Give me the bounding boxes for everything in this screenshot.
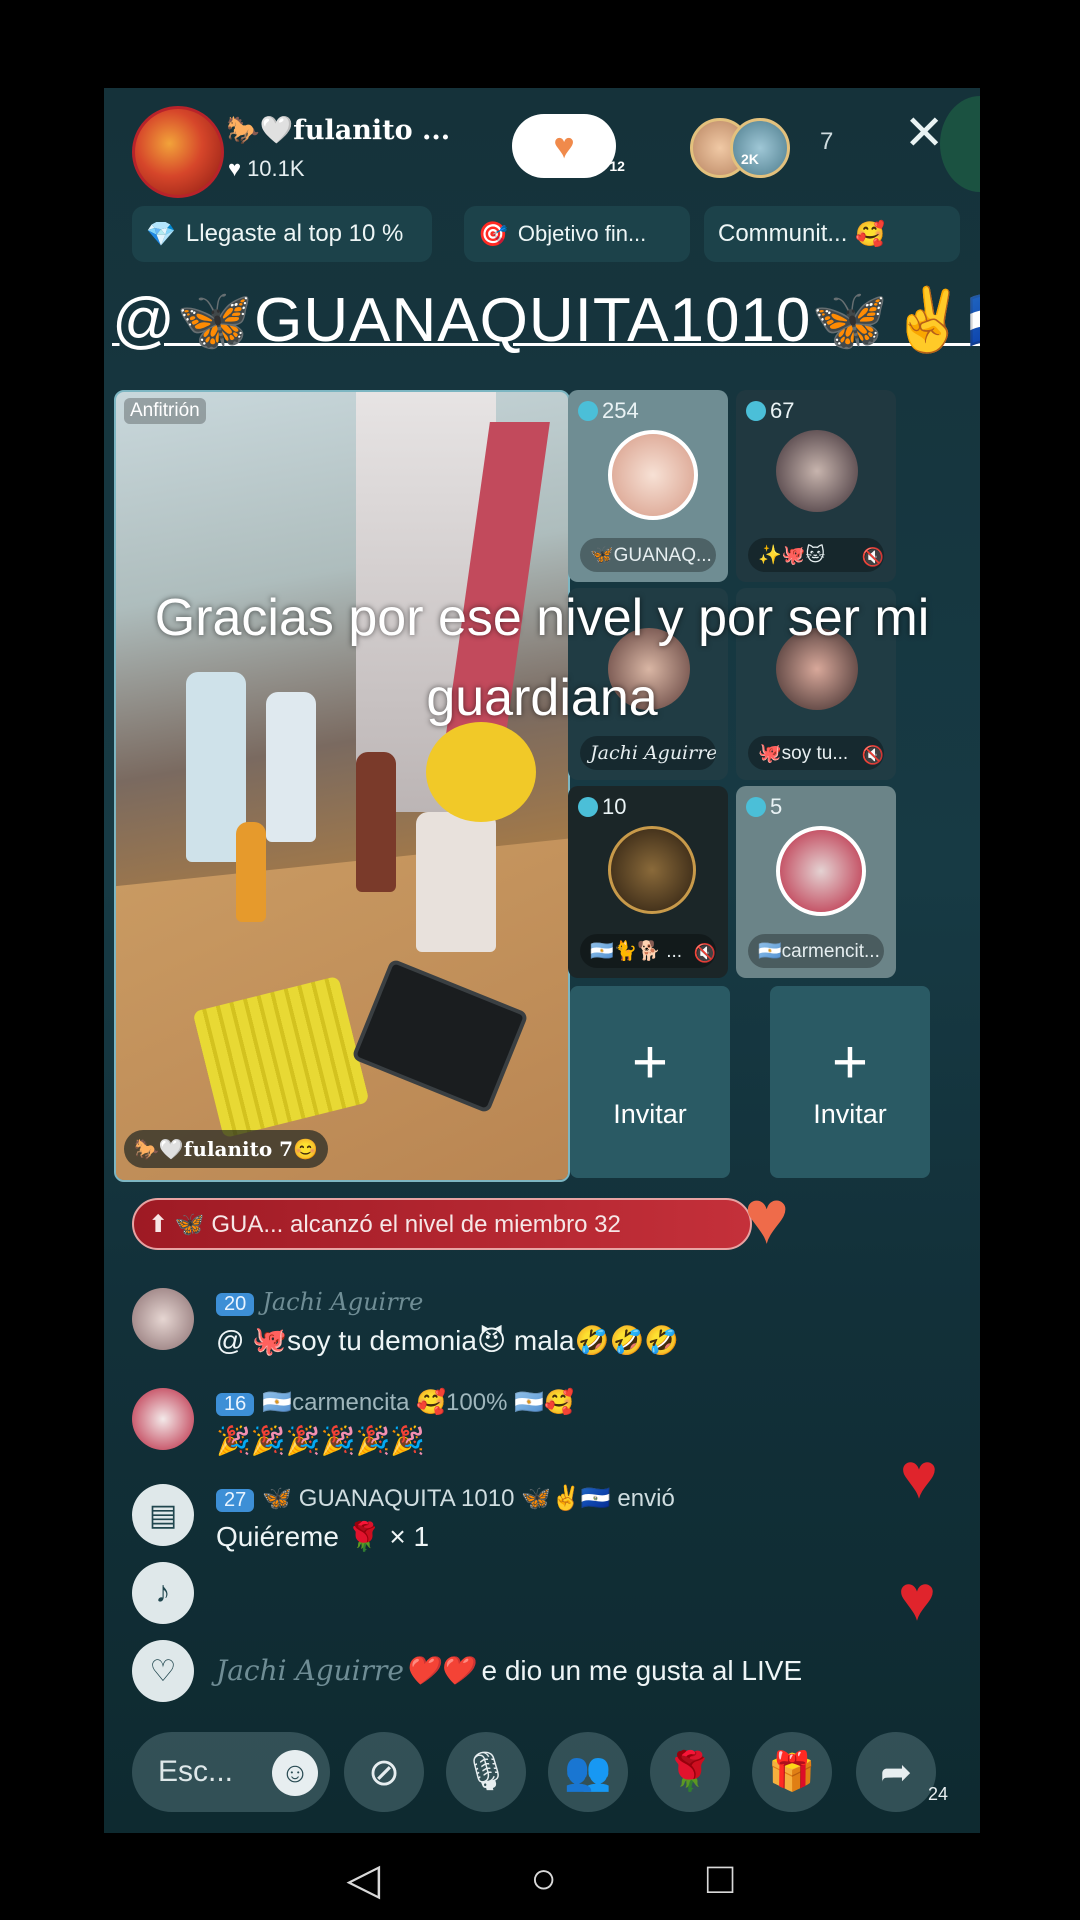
gift-icon[interactable]: 🎁 [752, 1732, 832, 1812]
level-badge: 20 [216, 1293, 255, 1316]
emoji-icon[interactable]: ☺ [272, 1750, 318, 1796]
avatar [132, 1288, 194, 1350]
live-screen: 🐎🤍fulanito ... ♥ 10.1K ♥ 12 2K 7 ✕ 💎 Llega… [104, 88, 980, 1833]
tiktok-icon[interactable]: ♪ [132, 1562, 194, 1624]
heart-icon: ♥ 12 [553, 125, 625, 174]
heart-outline-icon: ♡ [132, 1640, 194, 1702]
viewer-level: 2K [741, 151, 759, 167]
community-chip[interactable]: Communit... 🥰 [704, 206, 960, 262]
host-video[interactable]: Anfitrión 🐎🤍fulanito 7😊 [114, 390, 570, 1182]
chat-user: 🦋 GUANAQUITA 1010 🦋✌️🇸🇻 envió [262, 1485, 675, 1512]
guest-tile[interactable]: 10 🇦🇷🐈🐕 ... 🔇 [568, 786, 728, 978]
chip-label: Objetivo fin... [517, 221, 647, 246]
chip-label: Communit... [718, 220, 848, 247]
level-icon [578, 797, 598, 817]
guest-level: 254 [578, 398, 639, 424]
target-icon: 🎯 [478, 220, 508, 248]
chat-user: 🇦🇷carmencita 🥰100% 🇦🇷🥰 [262, 1389, 574, 1416]
invite-button[interactable]: + Invitar [570, 986, 730, 1178]
heart-icon: ♥ [900, 1440, 938, 1512]
mic-off-icon[interactable]: 🎙 [446, 1732, 526, 1812]
host-likes-count: 10.1K [247, 156, 305, 181]
guest-level: 67 [746, 398, 794, 424]
chip-label: Llegaste al top 10 % [185, 220, 404, 247]
host-name[interactable]: 🐎🤍fulanito ... [226, 114, 450, 146]
back-icon[interactable]: ◁ [347, 1854, 381, 1905]
guest-tile[interactable]: 5 🇦🇷carmencit... [736, 786, 896, 978]
rose-icon[interactable]: 🌹 [650, 1732, 730, 1812]
level-icon [578, 401, 598, 421]
heart-icon: ♥ [744, 1175, 790, 1260]
recents-icon[interactable]: □ [707, 1854, 734, 1904]
heart-icon: ♥ [228, 156, 242, 181]
camera-off-icon[interactable]: ⊘ [344, 1732, 424, 1812]
follow-heart-button[interactable]: ♥ 12 [512, 114, 625, 178]
guest-level: 10 [578, 794, 626, 820]
chat-meta: 27 🦋 GUANAQUITA 1010 🦋✌️🇸🇻 envió [216, 1484, 675, 1513]
viewer-avatar[interactable]: 2K [730, 118, 790, 178]
mic-muted-icon: 🔇 [861, 547, 884, 567]
guest-level: 5 [746, 794, 782, 820]
level-up-banner: ⬆ 🦋 GUA... alcanzó el nivel de miembro 3… [132, 1198, 752, 1250]
system-navbar: ◁ ○ □ [0, 1838, 1080, 1920]
invite-label: Invitar [813, 1098, 887, 1129]
guest-tile[interactable]: 254 🦋GUANAQ... [568, 390, 728, 582]
diamond-icon: 💎 [146, 220, 176, 248]
close-icon[interactable]: ✕ [904, 110, 944, 158]
host-tag: Anfitrión [124, 398, 206, 424]
mic-muted-icon: 🔇 [861, 745, 884, 765]
home-icon[interactable]: ○ [530, 1854, 557, 1904]
scene-bottle [236, 822, 266, 922]
chat-user: Jachi Aguirre [262, 1288, 424, 1316]
chat-meta: 16 🇦🇷carmencita 🥰100% 🇦🇷🥰 [216, 1388, 574, 1417]
chat-text: Jachi Aguirre❤️❤️ e dio un me gusta al L… [216, 1654, 803, 1687]
avatar [132, 1388, 194, 1450]
heart-icon: ♥ [898, 1562, 936, 1634]
guests-icon[interactable]: 👥 [548, 1732, 628, 1812]
follow-level: 12 [609, 158, 625, 174]
guest-tile[interactable]: 67 ✨🐙🐱 🔇 [736, 390, 896, 582]
guest-avatar [776, 430, 858, 512]
level-badge: 27 [216, 1489, 255, 1512]
invite-button[interactable]: + Invitar [770, 986, 930, 1178]
invite-label: Invitar [613, 1098, 687, 1129]
plus-icon: + [631, 1027, 669, 1097]
level-badge: 16 [216, 1393, 255, 1416]
caption-handle: @🦋GUANAQUITA1010🦋✌️🇸🇻 [112, 286, 980, 355]
level-icon [746, 797, 766, 817]
goal-chip[interactable]: 🎯 Objetivo fin... [464, 206, 690, 262]
gift-box-icon: ▤ [132, 1484, 194, 1546]
host-nametag[interactable]: 🐎🤍fulanito 7😊 [124, 1130, 329, 1168]
guest-avatar [776, 826, 866, 916]
guest-avatar [608, 826, 696, 914]
top-rank-chip[interactable]: 💎 Llegaste al top 10 % [132, 206, 432, 262]
scene-bottle [356, 752, 396, 892]
decoration [940, 96, 980, 192]
scene-bottle [416, 812, 496, 952]
guest-name: Jachi Aguirre... [580, 736, 716, 770]
viewer-count[interactable]: 7 [820, 128, 833, 156]
guest-name: 🇦🇷carmencit... [748, 934, 884, 968]
chat-meta: 20 Jachi Aguirre [216, 1288, 423, 1317]
chat-text: Quiéreme 🌹 × 1 [216, 1521, 430, 1552]
video-subtitle: Gracias por ese nivel y por ser mi guard… [154, 589, 930, 727]
emoji-icon: 🥰 [855, 220, 886, 248]
host-likes: ♥ 10.1K [228, 156, 305, 182]
mic-muted-icon: 🔇 [693, 943, 716, 963]
guest-avatar [608, 430, 698, 520]
host-avatar[interactable] [132, 106, 224, 198]
share-icon[interactable]: ➦ [856, 1732, 936, 1812]
chat-text: 🎉🎉🎉🎉🎉🎉 [216, 1425, 426, 1456]
bottom-toolbar: Esc... ☺ ⊘ 🎙 👥 🌹 🎁 ➦ 24 [122, 1724, 980, 1814]
share-count: 24 [928, 1784, 949, 1804]
plus-icon: + [831, 1027, 869, 1097]
chat-text: @ 🐙soy tu demonia😈 mala🤣🤣🤣 [216, 1325, 680, 1356]
level-icon [746, 401, 766, 421]
guest-name: 🦋GUANAQ... [580, 538, 716, 572]
